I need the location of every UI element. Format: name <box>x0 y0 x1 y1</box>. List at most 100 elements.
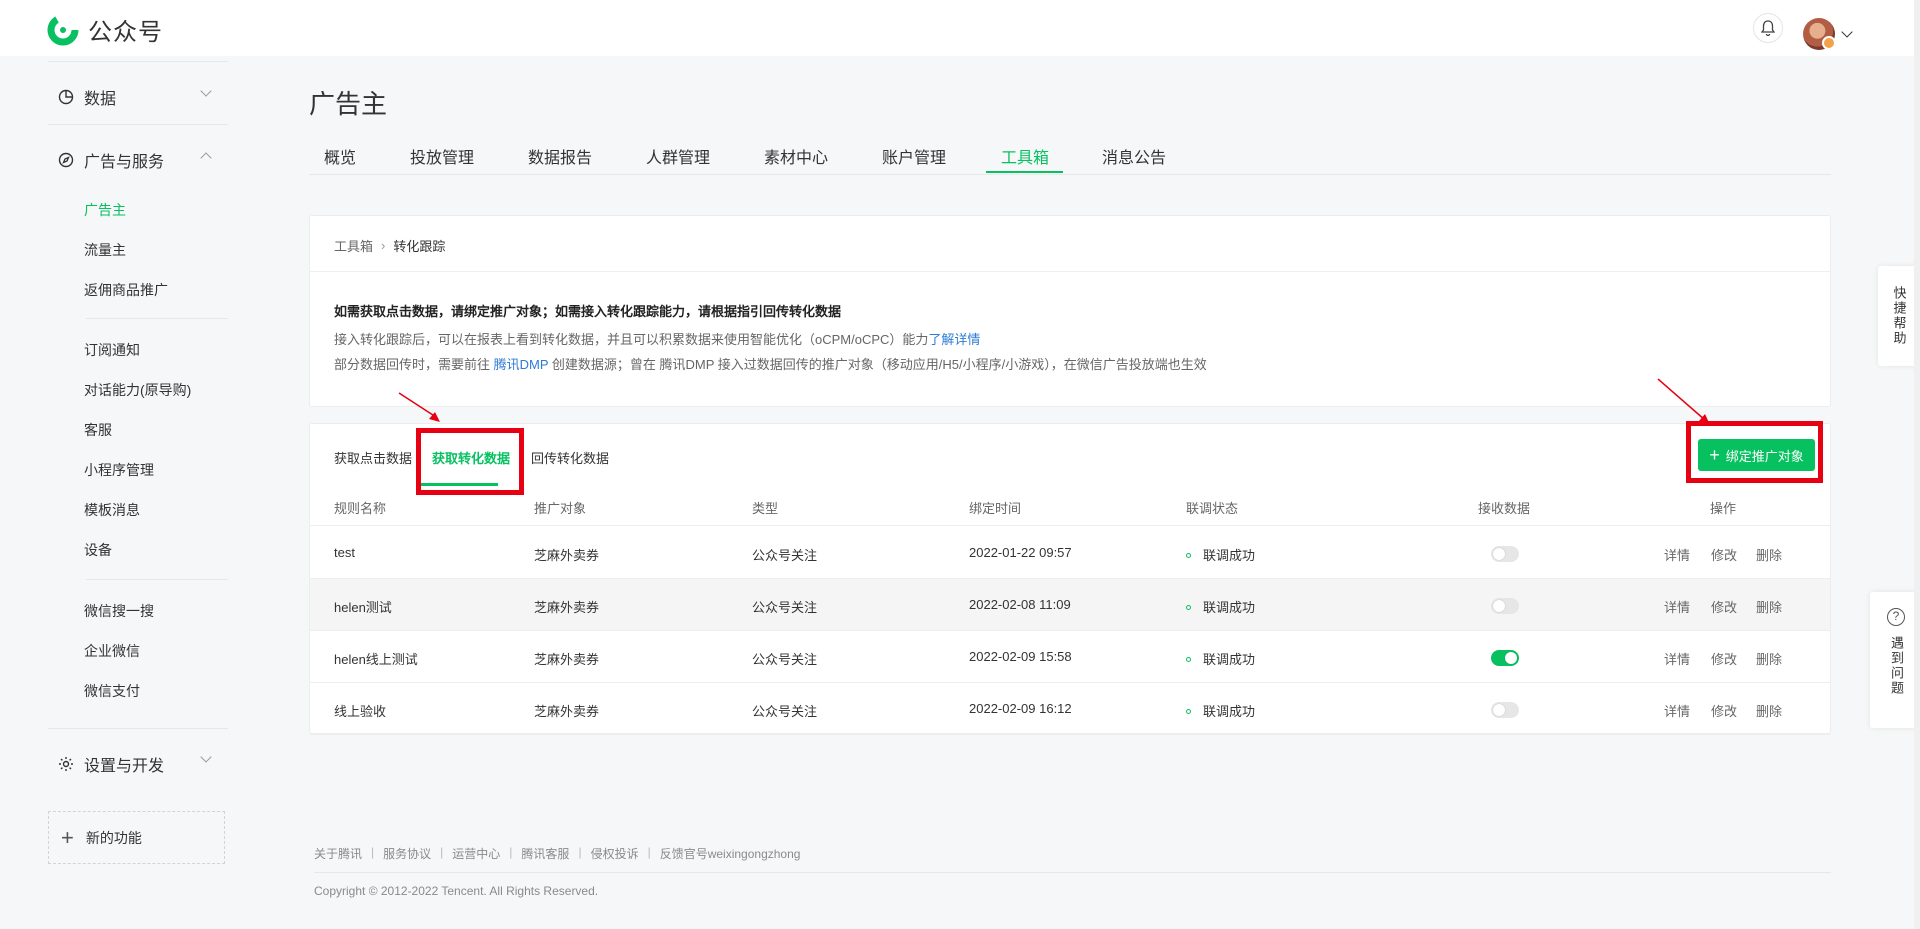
cell-name: helen线上测试 <box>334 649 418 668</box>
sidebar-divider <box>86 318 228 319</box>
sidebar-divider <box>86 579 228 580</box>
quick-help-label: 快捷帮助 <box>1891 286 1907 346</box>
cell-text: 芝麻外卖券 <box>534 548 600 563</box>
cell-text: 2022-02-09 16:12 <box>969 701 1072 716</box>
cell-text: 2022-02-08 11:09 <box>969 597 1071 612</box>
scrollbar[interactable] <box>1914 0 1920 929</box>
tab-material[interactable]: 素材中心 <box>764 144 828 168</box>
sidebar-group-ads[interactable]: 广告与服务 <box>58 148 164 172</box>
sidebar-item-dialog[interactable]: 对话能力(原导购) <box>84 380 191 400</box>
sidebar-item-template[interactable]: 模板消息 <box>84 500 140 520</box>
breadcrumb-root[interactable]: 工具箱 <box>334 236 373 255</box>
sidebar-item-pay[interactable]: 微信支付 <box>84 681 140 701</box>
tab-toolbox[interactable]: 工具箱 <box>1001 144 1049 168</box>
tencent-dmp-link[interactable]: 腾讯DMP <box>494 357 549 372</box>
cell-text: 芝麻外卖券 <box>534 600 600 615</box>
chevron-down-icon[interactable] <box>200 751 212 763</box>
detail-link[interactable]: 详情 <box>1664 701 1690 720</box>
receive-data-toggle[interactable] <box>1491 598 1519 614</box>
sidebar-item-commission[interactable]: 返佣商品推广 <box>84 280 168 300</box>
receive-data-toggle[interactable] <box>1491 702 1519 718</box>
delete-link[interactable]: 删除 <box>1756 597 1782 616</box>
sidebar-item-search[interactable]: 微信搜一搜 <box>84 601 154 621</box>
chevron-right-icon: › <box>381 238 386 253</box>
chevron-up-icon[interactable] <box>200 152 212 164</box>
annotation-arrow-icon <box>1657 378 1710 425</box>
footer-link[interactable]: 运营中心 <box>452 845 500 862</box>
sidebar-group-settings[interactable]: 设置与开发 <box>58 752 164 776</box>
notice-text: 部分数据回传时，需要前往 <box>334 357 491 372</box>
footer-link[interactable]: 侵权投诉 <box>591 845 639 862</box>
logo[interactable]: 公众号 <box>46 12 163 47</box>
delete-link[interactable]: 删除 <box>1756 545 1782 564</box>
learn-more-link[interactable]: 了解详情 <box>928 332 980 347</box>
status-dot-icon <box>1186 553 1191 559</box>
footer-link[interactable]: 服务协议 <box>383 845 431 862</box>
sidebar-item-miniprogram[interactable]: 小程序管理 <box>84 460 154 480</box>
subtab-postback-data[interactable]: 回传转化数据 <box>531 448 609 467</box>
sidebar-item-publisher[interactable]: 流量主 <box>84 240 126 260</box>
toggle-knob <box>1493 600 1505 612</box>
tab-announcement[interactable]: 消息公告 <box>1102 144 1166 168</box>
column-header: 规则名称 <box>334 501 387 516</box>
annotation-box <box>416 428 524 495</box>
tab-delivery[interactable]: 投放管理 <box>410 144 474 168</box>
edit-link[interactable]: 修改 <box>1711 597 1737 616</box>
rules-card: 获取点击数据 获取转化数据 回传转化数据 + 绑定推广对象 规则名称 推广对象 … <box>309 423 1831 735</box>
cell-type: 公众号关注 <box>752 649 817 668</box>
sidebar-item-wecom[interactable]: 企业微信 <box>84 641 140 661</box>
detail-link[interactable]: 详情 <box>1664 649 1690 668</box>
tab-overview[interactable]: 概览 <box>324 144 356 168</box>
receive-data-toggle[interactable] <box>1491 650 1519 666</box>
problem-button[interactable]: ? 遇到问题 <box>1870 592 1920 728</box>
subtab-click-data[interactable]: 获取点击数据 <box>334 448 412 467</box>
tab-report[interactable]: 数据报告 <box>528 144 592 168</box>
column-header: 接收数据 <box>1478 501 1531 516</box>
sidebar-item-advertiser[interactable]: 广告主 <box>84 200 126 220</box>
sidebar-item-device[interactable]: 设备 <box>84 540 112 560</box>
tab-audience[interactable]: 人群管理 <box>646 144 710 168</box>
edit-link[interactable]: 修改 <box>1711 545 1737 564</box>
edit-link[interactable]: 修改 <box>1711 649 1737 668</box>
table-row: helen线上测试 芝麻外卖券 公众号关注 2022-02-09 15:58 联调成功 详… <box>310 631 1830 683</box>
footer-link[interactable]: 腾讯客服 <box>521 845 569 862</box>
toggle-knob <box>1493 548 1505 560</box>
sidebar-item-customer-service[interactable]: 客服 <box>84 420 112 440</box>
column-header: 绑定时间 <box>969 501 1022 516</box>
toggle-knob <box>1505 652 1517 664</box>
breadcrumb-current: 转化跟踪 <box>393 239 446 254</box>
cell-time: 2022-02-08 11:09 <box>969 597 1071 612</box>
cell-text: 2022-01-22 09:57 <box>969 545 1072 560</box>
delete-link[interactable]: 删除 <box>1756 649 1782 668</box>
detail-link[interactable]: 详情 <box>1664 597 1690 616</box>
footer-link[interactable]: 关于腾讯 <box>314 845 362 862</box>
sidebar-item-subscribe[interactable]: 订阅通知 <box>84 340 140 360</box>
cell-status: 联调成功 <box>1186 701 1255 720</box>
cell-text: test <box>334 545 355 560</box>
notice-line-2: 部分数据回传时，需要前往 腾讯DMP 创建数据源；曾在 腾讯DMP 接入过数据回… <box>334 354 1207 373</box>
problem-label: 遇到问题 <box>1889 636 1904 696</box>
chevron-down-icon[interactable] <box>1841 26 1853 38</box>
delete-link[interactable]: 删除 <box>1756 701 1782 720</box>
sidebar-group-data[interactable]: 数据 <box>58 85 116 109</box>
cell-time: 2022-01-22 09:57 <box>969 545 1072 560</box>
receive-data-toggle[interactable] <box>1491 546 1519 562</box>
cell-text: 联调成功 <box>1203 548 1256 563</box>
cell-target: 芝麻外卖券 <box>534 649 599 668</box>
new-function-label: 新的功能 <box>85 829 142 846</box>
new-function-button[interactable]: + 新的功能 <box>48 811 225 864</box>
edit-link[interactable]: 修改 <box>1711 701 1737 720</box>
chevron-down-icon[interactable] <box>200 85 212 97</box>
cell-text: 联调成功 <box>1203 600 1256 615</box>
footer-link[interactable]: 反馈官号weixingongzhong <box>660 845 801 862</box>
annotation-arrow-icon <box>398 392 440 422</box>
detail-link[interactable]: 详情 <box>1664 545 1690 564</box>
cell-type: 公众号关注 <box>752 597 817 616</box>
notice-text: 创建数据源；曾在 腾讯DMP 接入过数据回传的推广对象（移动应用/H5/小程序/… <box>551 357 1207 372</box>
column-header: 类型 <box>752 501 779 516</box>
notification-bell-icon[interactable] <box>1753 13 1783 43</box>
cell-text: 联调成功 <box>1203 704 1256 719</box>
cell-text: 2022-02-09 15:58 <box>969 649 1072 664</box>
tab-account[interactable]: 账户管理 <box>882 144 946 168</box>
gear-icon <box>59 757 73 771</box>
